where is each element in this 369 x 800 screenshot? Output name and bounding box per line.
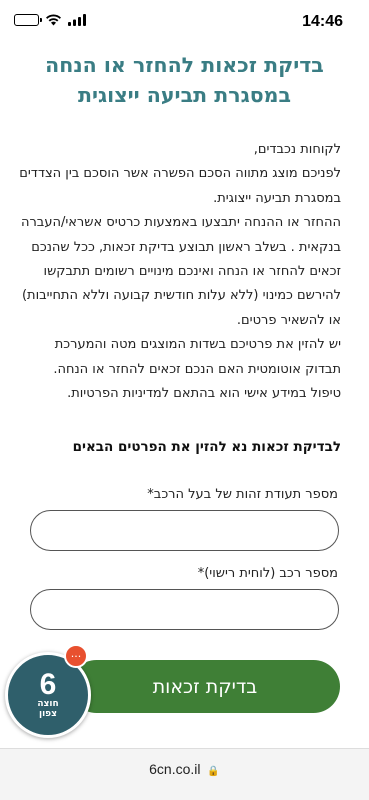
page-title-line-2: במסגרת תביעה ייצוגית	[77, 83, 292, 107]
status-time: 14:46	[302, 13, 343, 30]
intro-paragraph-3: יש להזין את פרטיכם בשדות המוצגים מטה והמ…	[53, 337, 341, 377]
url-text: 6cn.co.il	[149, 761, 201, 777]
lock-icon: 🔒	[207, 766, 220, 777]
wifi-icon	[46, 14, 61, 26]
check-eligibility-button[interactable]: בדיקת זכאות	[70, 660, 340, 713]
privacy-note: טיפול במידע אישי הוא בהתאם למדיניות הפרט…	[67, 386, 341, 402]
battery-icon	[14, 14, 42, 26]
page-title: בדיקת זכאות להחזר או הנחה במסגרת תביעה י…	[20, 50, 349, 110]
car-number-field[interactable]	[30, 589, 339, 630]
url-display[interactable]: 6cn.co.il 🔒	[0, 761, 369, 777]
car-number-label: מספר רכב (לוחית רישוי)*	[197, 566, 338, 581]
page-title-line-1: בדיקת זכאות להחזר או הנחה	[45, 53, 324, 77]
form-heading: לבדיקת זכאות נא להזין את הפרטים הבאים	[72, 439, 341, 455]
status-icons	[14, 14, 86, 26]
intro-paragraph-2: ההחזר או ההנחה יתבצעו באמצעות כרטיס אשרא…	[20, 215, 341, 328]
logo-line-1: חוצה	[37, 699, 59, 709]
intro-text: לקוחות נכבדים, לפניכם מוצג מתווה הסכם הפ…	[18, 138, 341, 406]
browser-url-bar[interactable]: 6cn.co.il 🔒	[0, 748, 369, 800]
intro-greeting: לקוחות נכבדים,	[253, 142, 341, 157]
logo-line-2: צפון	[39, 709, 57, 719]
chat-bubble-icon[interactable]: ···	[64, 644, 88, 668]
signal-icon	[68, 14, 86, 26]
status-bar: 14:46	[0, 0, 369, 46]
logo-number: 6	[39, 668, 57, 701]
id-number-field[interactable]	[30, 510, 339, 551]
id-number-label: מספר תעודת זהות של בעל הרכב*	[147, 487, 338, 502]
intro-paragraph-1: לפניכם מוצג מתווה הסכם הפשרה אשר הוסכם ב…	[19, 166, 341, 206]
